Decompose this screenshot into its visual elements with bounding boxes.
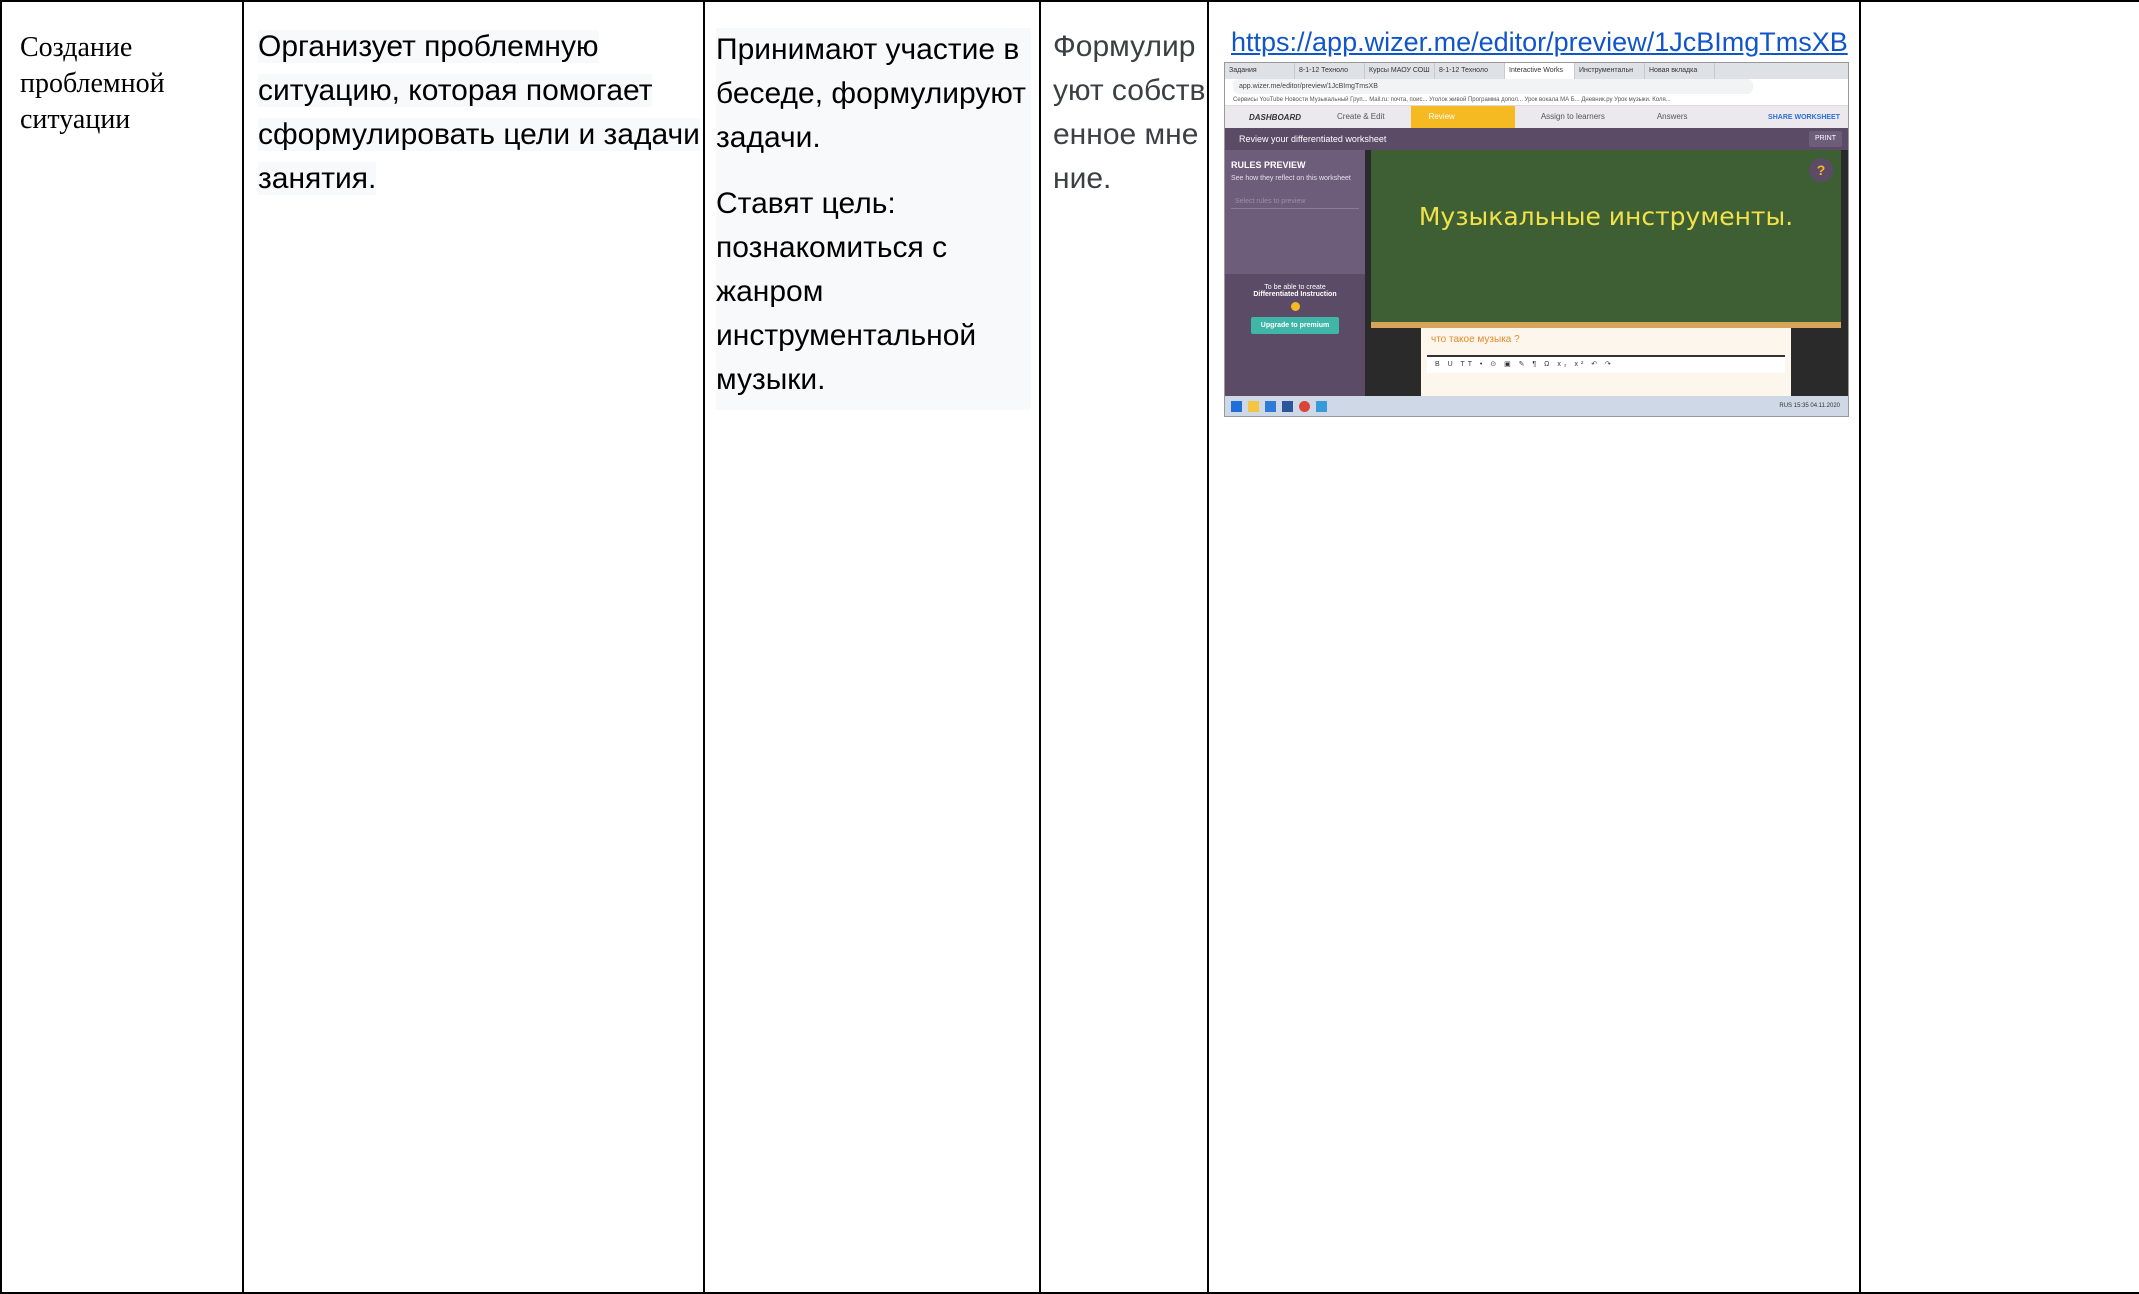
editor-toolbar: B U TT • ⊙ ▣ ✎ ¶ Ω x₂ x² ↶ ↷ bbox=[1427, 355, 1785, 373]
resource-link[interactable]: https://app.wizer.me/editor/preview/1JcB… bbox=[1209, 2, 1859, 60]
browser-tab: 8-1-12 Техноло bbox=[1295, 63, 1365, 79]
rules-sidebar: RULES PREVIEW See how they reflect on th… bbox=[1225, 150, 1365, 396]
embedded-screenshot: Задания 8-1-12 Техноло Курсы МАОУ СОШ 8-… bbox=[1224, 62, 1849, 417]
empty-cell bbox=[1859, 0, 2139, 1294]
browser-tab-active: Interactive Works bbox=[1505, 63, 1575, 79]
address-bar: app.wizer.me/editor/preview/1JcBImgTmsXB bbox=[1225, 79, 1848, 94]
chrome-icon bbox=[1299, 400, 1310, 412]
result-cell: Формулируют собственное мнение. bbox=[1039, 0, 1209, 1294]
windows-icon bbox=[1231, 400, 1242, 412]
browser-tab: Курсы МАОУ СОШ bbox=[1365, 63, 1435, 79]
browser-tab: Задания bbox=[1225, 63, 1295, 79]
question-title: что такое музыка ? bbox=[1431, 334, 1520, 345]
review-title-text: Review your differentiated worksheet bbox=[1239, 134, 1387, 144]
windows-taskbar: RUS 15:35 04.11.2020 bbox=[1225, 396, 1848, 416]
teacher-activity-text: Организует проблемную ситуацию, которая … bbox=[258, 30, 700, 195]
explorer-icon bbox=[1248, 400, 1259, 412]
student-activity-text: Принимают участие в беседе, формулируют … bbox=[716, 33, 1026, 154]
print-button: PRINT bbox=[1809, 131, 1842, 147]
address-text: app.wizer.me/editor/preview/1JcBImgTmsXB bbox=[1233, 79, 1753, 94]
dashboard-link: DASHBOARD bbox=[1249, 112, 1301, 122]
step-assign: Assign to learners bbox=[1540, 112, 1605, 121]
upgrade-text: To be able to create bbox=[1264, 284, 1326, 291]
store-icon bbox=[1265, 400, 1276, 412]
rules-subtext: See how they reflect on this worksheet bbox=[1231, 175, 1351, 182]
student-activity-cell: Принимают участие в беседе, формулируют … bbox=[703, 0, 1041, 1294]
review-title: Review your differentiated worksheet PRI… bbox=[1225, 128, 1848, 150]
rules-select: Select rules to preview bbox=[1231, 195, 1359, 209]
upgrade-button: Upgrade to premium bbox=[1250, 317, 1340, 334]
rules-preview-heading: RULES PREVIEW bbox=[1231, 160, 1306, 170]
step-create: Create & Edit bbox=[1337, 112, 1385, 121]
upgrade-bold: Differentiated Instruction bbox=[1253, 291, 1337, 298]
system-tray: RUS 15:35 04.11.2020 bbox=[1779, 403, 1840, 409]
chalkboard: Музыкальные инструменты. ? bbox=[1371, 150, 1841, 328]
bookmarks-bar: Сервисы YouTube Новости Музыкальный Груп… bbox=[1225, 94, 1848, 106]
browser-tab: 8-1-12 Техноло bbox=[1435, 63, 1505, 79]
word-icon bbox=[1282, 400, 1293, 412]
wizer-nav: DASHBOARD Create & Edit Review Assign to… bbox=[1225, 106, 1848, 128]
result-text: Формулируют собственное мнение. bbox=[1053, 30, 1206, 195]
step-review: Review bbox=[1410, 106, 1515, 128]
step-answers: Answers bbox=[1656, 112, 1688, 121]
bulb-icon bbox=[1290, 302, 1300, 311]
browser-tabs: Задания 8-1-12 Техноло Курсы МАОУ СОШ 8-… bbox=[1225, 63, 1848, 79]
stage-cell: Создание проблемной ситуации bbox=[0, 0, 244, 1294]
app-icon bbox=[1316, 400, 1327, 412]
browser-tab: Новая вкладка bbox=[1645, 63, 1715, 79]
upgrade-panel: To be able to create Differentiated Inst… bbox=[1225, 274, 1365, 396]
student-goal-text: Ставят цель: познакомиться с жанром инст… bbox=[716, 187, 977, 396]
question-card: что такое музыка ? B U TT • ⊙ ▣ ✎ ¶ Ω x₂… bbox=[1421, 328, 1791, 396]
help-icon: ? bbox=[1809, 158, 1833, 182]
stage-text: Создание проблемной ситуации bbox=[20, 32, 165, 135]
share-worksheet: SHARE WORKSHEET bbox=[1768, 113, 1840, 121]
teacher-activity-cell: Организует проблемную ситуацию, которая … bbox=[242, 0, 705, 1294]
board-title: Музыкальные инструменты. bbox=[1418, 202, 1794, 231]
browser-tab: Инструментальн bbox=[1575, 63, 1645, 79]
